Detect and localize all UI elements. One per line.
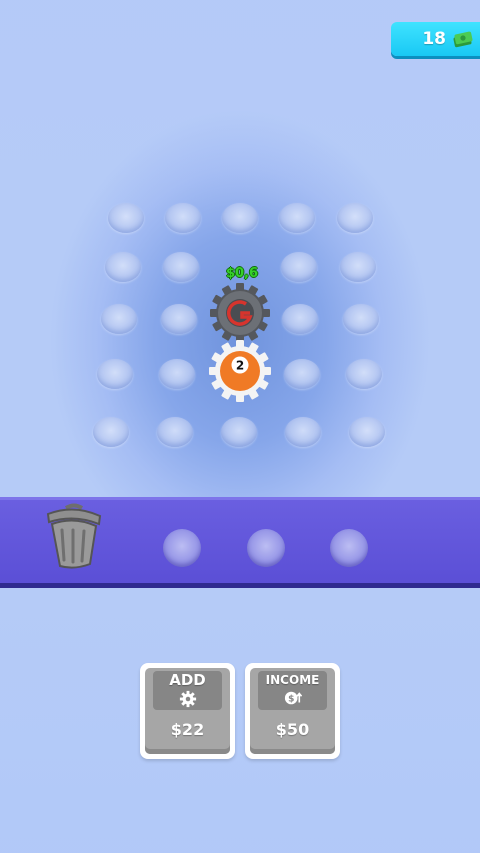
cash-stack-icon bbox=[453, 31, 473, 48]
gear-level: 2 bbox=[236, 359, 244, 373]
gray-gear[interactable] bbox=[205, 282, 275, 344]
slot[interactable] bbox=[284, 359, 320, 389]
svg-text:$: $ bbox=[288, 695, 294, 705]
add-button-price: $22 bbox=[170, 720, 205, 739]
money-counter: 18 bbox=[391, 22, 480, 56]
slot[interactable] bbox=[101, 304, 137, 334]
orange-gear[interactable]: 2 bbox=[206, 339, 274, 403]
slot[interactable] bbox=[161, 304, 197, 334]
slot[interactable] bbox=[165, 203, 201, 233]
slot[interactable] bbox=[105, 252, 141, 282]
slot[interactable] bbox=[279, 203, 315, 233]
coin-up-icon: $ bbox=[284, 691, 302, 705]
slot[interactable] bbox=[93, 417, 129, 447]
trash-can-icon[interactable] bbox=[44, 502, 104, 572]
slot[interactable] bbox=[163, 252, 199, 282]
add-button-face: ADD $22 bbox=[145, 668, 230, 754]
money-value: 18 bbox=[422, 29, 446, 49]
slot[interactable] bbox=[157, 417, 193, 447]
income-popup-text: $0,6 bbox=[225, 266, 259, 281]
income-upgrade-button[interactable]: INCOME $ $50 bbox=[245, 663, 340, 759]
slot[interactable] bbox=[159, 359, 195, 389]
add-button-title: ADD bbox=[169, 671, 206, 689]
slot[interactable] bbox=[282, 304, 318, 334]
add-gear-button[interactable]: ADD $22 bbox=[140, 663, 235, 759]
slot[interactable] bbox=[221, 417, 257, 447]
income-button-title: INCOME bbox=[265, 673, 320, 687]
income-button-header: INCOME $ bbox=[258, 671, 327, 710]
belt-slot[interactable] bbox=[247, 529, 285, 567]
slot[interactable] bbox=[346, 359, 382, 389]
slot[interactable] bbox=[97, 359, 133, 389]
slot[interactable] bbox=[285, 417, 321, 447]
belt-slot[interactable] bbox=[163, 529, 201, 567]
income-button-price: $50 bbox=[275, 720, 310, 739]
slot[interactable] bbox=[337, 203, 373, 233]
slot[interactable] bbox=[281, 252, 317, 282]
slot[interactable] bbox=[108, 203, 144, 233]
slot[interactable] bbox=[340, 252, 376, 282]
gear-icon bbox=[179, 690, 196, 708]
slot[interactable] bbox=[222, 203, 258, 233]
belt-slot[interactable] bbox=[330, 529, 368, 567]
slot[interactable] bbox=[349, 417, 385, 447]
slot[interactable] bbox=[343, 304, 379, 334]
income-button-face: INCOME $ $50 bbox=[250, 668, 335, 754]
add-button-header: ADD bbox=[153, 671, 222, 710]
